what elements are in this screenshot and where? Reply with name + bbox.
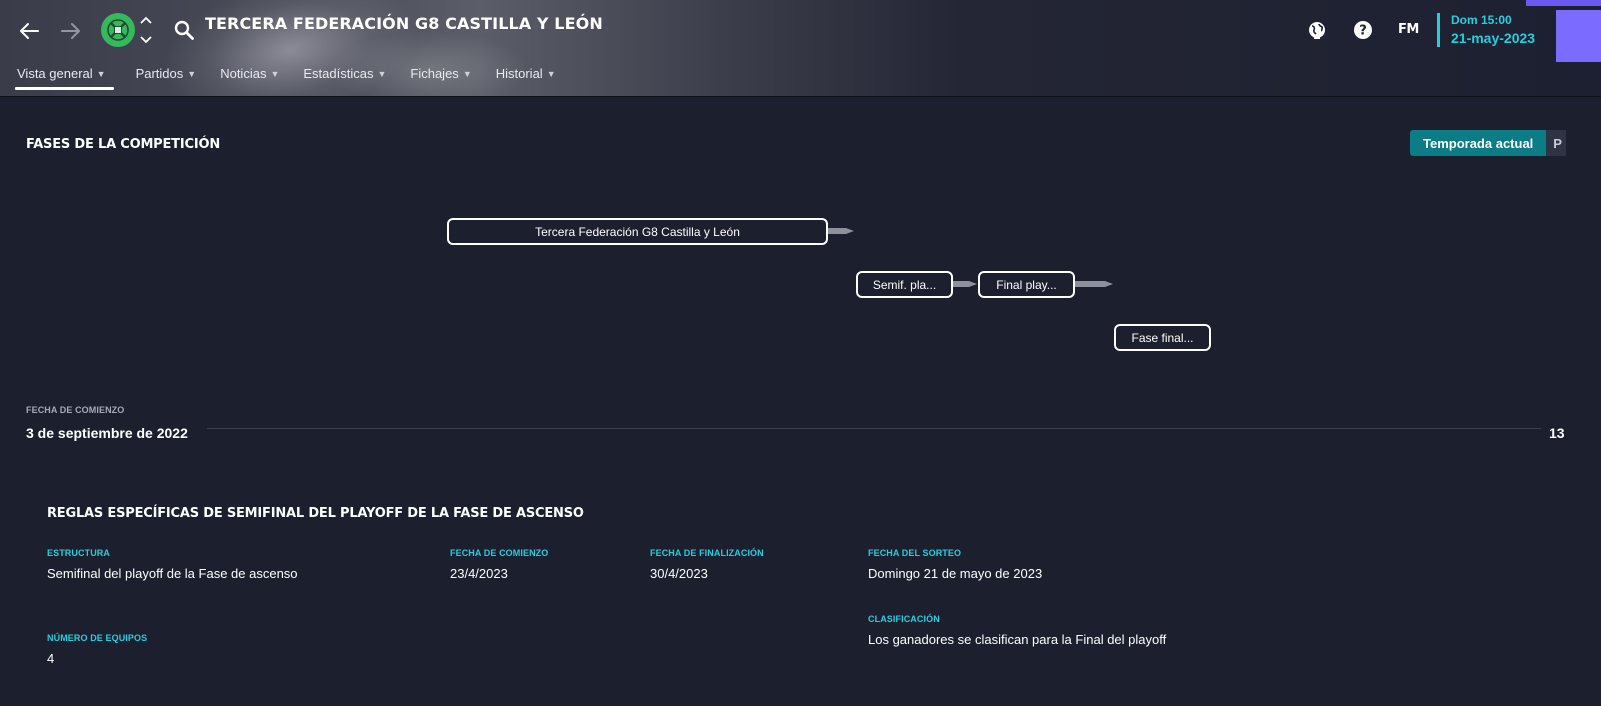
stage-connector-arrow	[953, 281, 977, 287]
tab-label: Partidos	[135, 66, 184, 81]
team-count-label: NÚMERO DE EQUIPOS	[47, 633, 148, 643]
chevron-down-icon: ▼	[462, 69, 472, 79]
chevron-down-icon: ▼	[187, 69, 197, 79]
top-header: TERCERA FEDERACIÓN G8 CASTILLA Y LEÓN Vi…	[0, 0, 1601, 97]
stage-connector-arrow	[828, 228, 854, 234]
tab-vista-general[interactable]: Vista general ▼	[15, 66, 114, 92]
tab-fichajes[interactable]: Fichajes ▼	[408, 66, 473, 92]
phases-section-title: FASES DE LA COMPETICIÓN	[26, 137, 220, 152]
continue-accent	[1526, 0, 1601, 6]
back-arrow-icon[interactable]	[16, 18, 42, 44]
help-icon[interactable]: ?	[1352, 19, 1374, 41]
date-accent-bar	[1437, 13, 1440, 47]
tab-label: Noticias	[220, 66, 267, 81]
fm-logo[interactable]: FM	[1398, 22, 1419, 37]
timeline-divider	[207, 428, 1541, 429]
stage-label: Fase final...	[1131, 330, 1194, 345]
draw-date-label: FECHA DEL SORTEO	[868, 548, 962, 558]
search-icon[interactable]	[173, 19, 195, 41]
current-date: 21-may-2023	[1451, 30, 1536, 46]
svg-text:?: ?	[1359, 24, 1367, 39]
rule-start-date-label: FECHA DE COMIENZO	[450, 548, 549, 558]
competition-phases-diagram: Tercera Federación G8 Castilla y León Se…	[0, 200, 1601, 370]
end-date-value: 13	[1549, 425, 1565, 441]
page-title: TERCERA FEDERACIÓN G8 CASTILLA Y LEÓN	[205, 14, 603, 33]
stage-semifinal[interactable]: Semif. pla...	[856, 271, 953, 298]
competition-logo[interactable]	[101, 13, 135, 47]
tab-bar: Vista general ▼ Partidos ▼ Noticias ▼ Es…	[15, 66, 578, 94]
qualification-label: CLASIFICACIÓN	[868, 614, 940, 624]
structure-label: ESTRUCTURA	[47, 548, 110, 558]
qualification-value: Los ganadores se clasifican para la Fina…	[868, 632, 1167, 647]
world-icon[interactable]	[1306, 19, 1328, 41]
competition-emblem-icon	[107, 19, 129, 41]
competition-switch-chevrons-icon[interactable]	[139, 16, 153, 44]
start-date-label: FECHA DE COMIENZO	[26, 405, 125, 415]
draw-date-value: Domingo 21 de mayo de 2023	[868, 566, 1043, 581]
stage-label: Tercera Federación G8 Castilla y León	[535, 224, 740, 239]
tab-label: Historial	[495, 66, 543, 81]
tab-label: Estadísticas	[303, 66, 374, 81]
stage-final[interactable]: Final play...	[978, 271, 1075, 298]
stage-league[interactable]: Tercera Federación G8 Castilla y León	[447, 218, 828, 245]
rule-start-date-value: 23/4/2023	[450, 566, 508, 581]
continue-button[interactable]	[1556, 10, 1601, 62]
start-date-value: 3 de septiembre de 2022	[26, 425, 188, 441]
structure-value: Semifinal del playoff de la Fase de asce…	[47, 566, 298, 581]
chevron-down-icon: ▼	[96, 69, 106, 79]
forward-arrow-icon[interactable]	[58, 18, 84, 44]
chevron-down-icon: ▼	[270, 69, 280, 79]
rules-section-title: REGLAS ESPECÍFICAS DE SEMIFINAL DEL PLAY…	[47, 506, 584, 521]
tab-label: Vista general	[17, 66, 93, 81]
stage-label: Final play...	[996, 277, 1057, 292]
tab-historial[interactable]: Historial ▼	[494, 66, 558, 92]
stage-connector-arrow	[1075, 281, 1113, 287]
chevron-down-icon: ▼	[546, 69, 556, 79]
rule-end-date-value: 30/4/2023	[650, 566, 708, 581]
tab-label: Fichajes	[410, 66, 459, 81]
stage-fase-final[interactable]: Fase final...	[1114, 324, 1211, 351]
tab-estadisticas[interactable]: Estadísticas ▼	[301, 66, 388, 92]
current-day-time: Dom 15:00	[1451, 13, 1512, 27]
chevron-down-icon: ▼	[377, 69, 387, 79]
other-season-button[interactable]: P	[1546, 130, 1567, 156]
current-season-button[interactable]: Temporada actual	[1410, 130, 1547, 156]
team-count-value: 4	[47, 651, 55, 666]
tab-partidos[interactable]: Partidos ▼	[134, 66, 199, 92]
stage-label: Semif. pla...	[872, 277, 937, 292]
rule-end-date-label: FECHA DE FINALIZACIÓN	[650, 548, 764, 558]
tab-noticias[interactable]: Noticias ▼	[218, 66, 281, 92]
season-toggle: Temporada actual P	[1410, 130, 1567, 156]
